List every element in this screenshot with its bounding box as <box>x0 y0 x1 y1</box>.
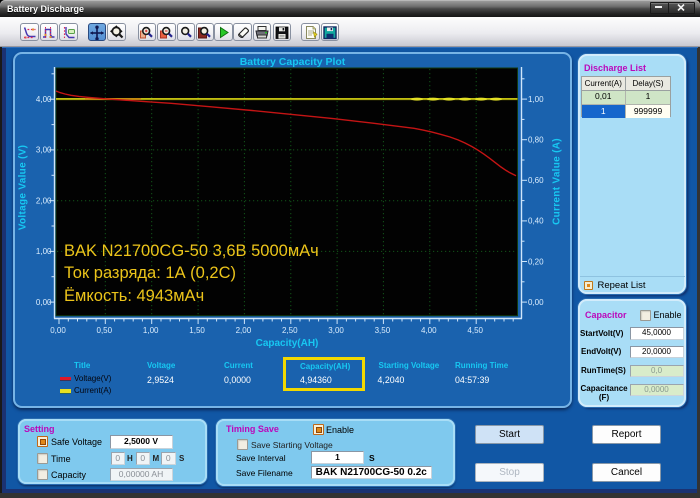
svg-text:2,00: 2,00 <box>236 326 252 335</box>
svg-text:0,00: 0,00 <box>528 298 544 307</box>
svg-text:1,00: 1,00 <box>36 247 52 256</box>
svg-text:2,00: 2,00 <box>36 197 52 206</box>
svg-text:4,00: 4,00 <box>421 326 437 335</box>
svg-text:2,50: 2,50 <box>282 326 298 335</box>
svg-text:0,00: 0,00 <box>36 298 52 307</box>
svg-text:4,00: 4,00 <box>36 95 52 104</box>
svg-text:1,00: 1,00 <box>143 326 159 335</box>
svg-text:0,80: 0,80 <box>528 136 544 145</box>
svg-text:3,50: 3,50 <box>375 326 391 335</box>
svg-text:3,00: 3,00 <box>36 146 52 155</box>
svg-text:0,50: 0,50 <box>97 326 113 335</box>
svg-text:3,00: 3,00 <box>328 326 344 335</box>
svg-text:4,50: 4,50 <box>467 326 483 335</box>
svg-text:1,00: 1,00 <box>528 95 544 104</box>
svg-text:0,20: 0,20 <box>528 257 544 266</box>
svg-text:0,00: 0,00 <box>50 326 66 335</box>
svg-text:0,60: 0,60 <box>528 176 544 185</box>
svg-text:1,50: 1,50 <box>189 326 205 335</box>
svg-text:0,40: 0,40 <box>528 217 544 226</box>
